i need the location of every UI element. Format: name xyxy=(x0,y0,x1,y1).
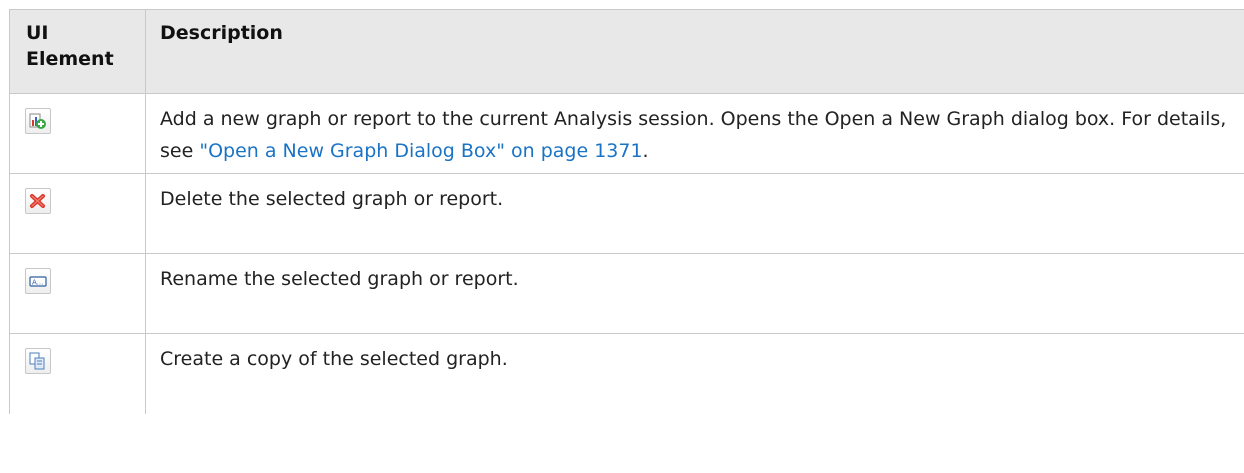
table-header-row: UI Element Description xyxy=(9,9,1244,94)
ui-elements-table: UI Element Description Add a new graph o xyxy=(9,9,1244,414)
description-text-end: . xyxy=(642,140,649,162)
copy-graph-icon[interactable] xyxy=(25,348,51,374)
icon-cell: A... xyxy=(9,253,146,334)
header-ui-element: UI Element xyxy=(9,9,146,94)
table-row: Delete the selected graph or report. xyxy=(9,173,1244,254)
icon-cell xyxy=(9,93,146,174)
table-row: A... Rename the selected graph or report… xyxy=(9,253,1244,334)
table-row: Create a copy of the selected graph. xyxy=(9,333,1244,414)
open-new-graph-link[interactable]: "Open a New Graph Dialog Box" on page 13… xyxy=(199,140,642,162)
description-cell: Rename the selected graph or report. xyxy=(145,253,1244,334)
icon-cell xyxy=(9,333,146,414)
table-row: Add a new graph or report to the current… xyxy=(9,93,1244,174)
add-graph-icon[interactable] xyxy=(25,108,51,134)
description-cell: Create a copy of the selected graph. xyxy=(145,333,1244,414)
icon-cell xyxy=(9,173,146,254)
description-cell: Delete the selected graph or report. xyxy=(145,173,1244,254)
rename-icon[interactable]: A... xyxy=(25,268,51,294)
delete-icon[interactable] xyxy=(25,188,51,214)
description-cell: Add a new graph or report to the current… xyxy=(145,93,1244,174)
header-description: Description xyxy=(145,9,1244,94)
svg-text:A...: A... xyxy=(32,279,43,287)
